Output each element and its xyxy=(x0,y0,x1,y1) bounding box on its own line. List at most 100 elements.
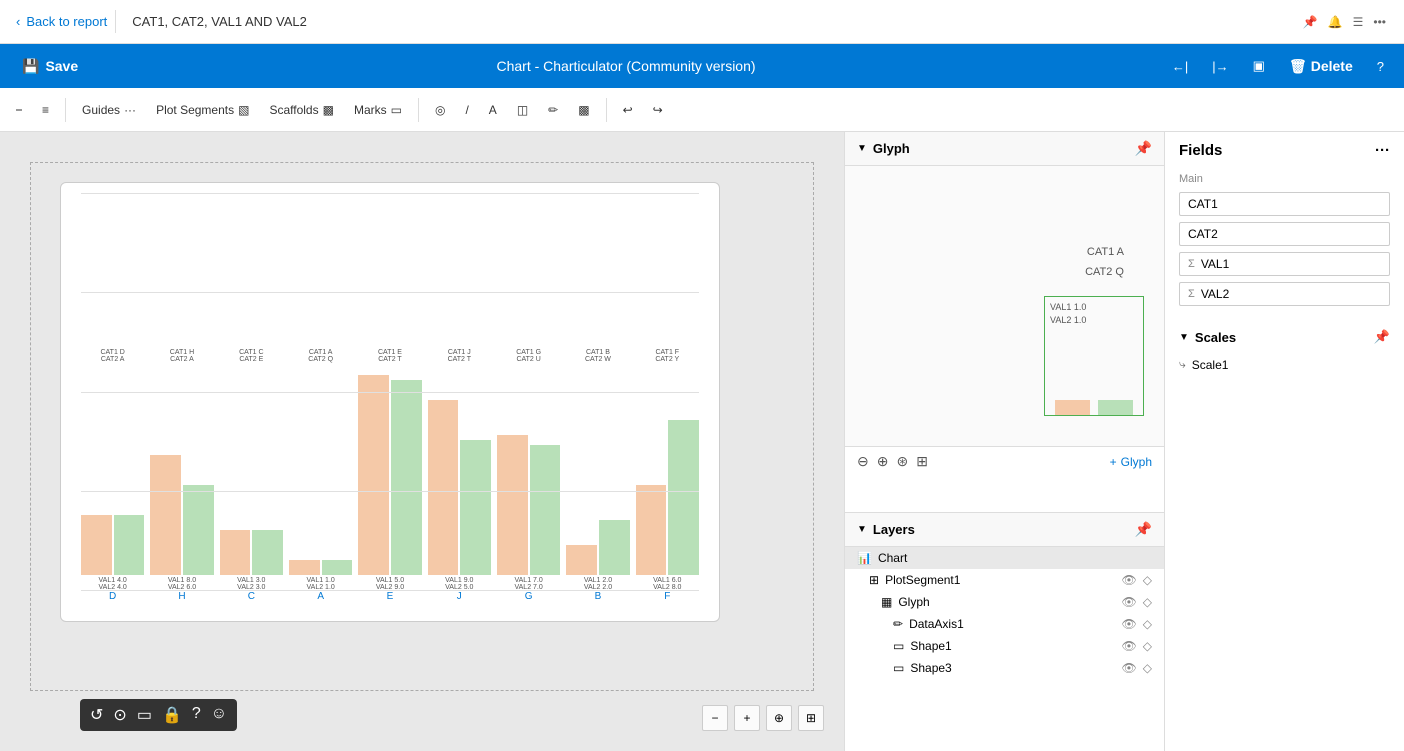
scale-item-1[interactable]: ⤷ Scale1 xyxy=(1165,353,1404,376)
delete-button[interactable]: 🗑 Delete xyxy=(1281,54,1361,79)
target-btn[interactable]: ⊙ xyxy=(113,705,126,725)
reset-btn[interactable]: ↺ xyxy=(90,705,103,725)
eye-icon-shape1[interactable]: 👁 xyxy=(1122,639,1137,653)
eye-icon-axis[interactable]: 👁 xyxy=(1122,617,1137,631)
layers-title: Layers xyxy=(873,522,915,537)
sigma-icon-val2: Σ xyxy=(1188,288,1195,300)
add-glyph-button[interactable]: + Glyph xyxy=(1110,455,1152,469)
x-axis-label: E xyxy=(358,591,421,611)
scales-pin-icon[interactable]: 📌 xyxy=(1374,329,1390,345)
layer-data-axis[interactable]: ✏ DataAxis1 👁 ◇ xyxy=(845,613,1164,635)
bar-val2 xyxy=(530,445,561,575)
bar-val2 xyxy=(460,440,491,575)
bar-group: CAT1 ACAT2 QVAL1 1.0VAL2 1.0 xyxy=(289,349,352,591)
layer-glyph-icons: 👁 ◇ xyxy=(1122,595,1152,609)
fit-glyph-btn[interactable]: ⊛ xyxy=(896,453,908,470)
layers-pin-icon[interactable]: 📌 xyxy=(1135,521,1152,538)
layer-plot-icons: 👁 ◇ xyxy=(1122,573,1152,587)
save-button[interactable]: 💾 Save xyxy=(12,54,88,79)
glyph-bar-val1 xyxy=(1055,400,1090,415)
pin-icon[interactable]: 📌 xyxy=(1303,15,1318,29)
glyph-header: ▼ Glyph 📌 xyxy=(845,132,1164,166)
layer-chart[interactable]: 📊 Chart xyxy=(845,547,1164,569)
table-tool[interactable]: ◫ xyxy=(509,99,536,121)
bar-val2 xyxy=(668,420,699,575)
layer-shape3[interactable]: ▭ Shape3 👁 ◇ xyxy=(845,657,1164,679)
menu-icon[interactable]: ☰ xyxy=(1353,15,1364,29)
delete-label: Delete xyxy=(1311,58,1353,74)
scaffolds-button[interactable]: Scaffolds ▩ xyxy=(261,99,342,121)
guides-dots-icon: ··· xyxy=(124,103,136,117)
diamond-icon-glyph[interactable]: ◇ xyxy=(1143,595,1152,609)
pen-tool[interactable]: ✏ xyxy=(540,99,566,121)
text-tool[interactable]: A xyxy=(481,99,505,121)
plot-segments-button[interactable]: Plot Segments ▧ xyxy=(148,99,257,121)
list-tool-button[interactable]: ≡ xyxy=(34,99,57,121)
layer-glyph[interactable]: ▦ Glyph 👁 ◇ xyxy=(845,591,1164,613)
diamond-icon-axis[interactable]: ◇ xyxy=(1143,617,1152,631)
line-tool-button[interactable]: ⎯ xyxy=(8,98,30,121)
scales-chevron-icon: ▼ xyxy=(1179,332,1189,343)
bar-group: CAT1 GCAT2 UVAL1 7.0VAL2 7.0 xyxy=(497,349,560,591)
zoom-out-glyph-btn[interactable]: ⊖ xyxy=(857,453,869,470)
bar-chart-icon: ▩ xyxy=(323,103,334,117)
divider1 xyxy=(65,98,66,122)
zoom-in-btn[interactable]: + xyxy=(734,705,760,731)
glyph-layers-wrapper: ▼ Glyph 📌 CAT1 A CAT2 Q xyxy=(845,132,1164,751)
glyph-canvas[interactable]: CAT1 A CAT2 Q VAL1 1.0 VAL2 1.0 xyxy=(845,166,1164,446)
divider2 xyxy=(418,98,419,122)
eye-icon-glyph[interactable]: 👁 xyxy=(1122,595,1137,609)
eye-icon-shape3[interactable]: 👁 xyxy=(1122,661,1137,675)
layers-header: ▼ Layers 📌 xyxy=(845,513,1164,547)
zoom-out-btn[interactable]: − xyxy=(702,705,728,731)
canvas-area[interactable]: CAT1 DCAT2 AVAL1 4.0VAL2 4.0CAT1 HCAT2 A… xyxy=(0,132,844,751)
guides-button[interactable]: Guides ··· xyxy=(74,99,144,121)
expand-glyph-btn[interactable]: ⊞ xyxy=(916,453,928,470)
layer-shape1[interactable]: ▭ Shape1 👁 ◇ xyxy=(845,635,1164,657)
field-cat1[interactable]: CAT1 xyxy=(1179,192,1390,216)
marks-button[interactable]: Marks ▭ xyxy=(346,99,410,121)
redo-button[interactable]: ↪ xyxy=(645,99,671,121)
diagonal-tool[interactable]: / xyxy=(457,99,476,121)
plus-icon: + xyxy=(1110,455,1117,469)
bar-group-top-labels: CAT1 ACAT2 Q xyxy=(308,349,333,363)
save-icon: 💾 xyxy=(22,58,39,75)
field-cat2[interactable]: CAT2 xyxy=(1179,222,1390,246)
diamond-icon-shape1[interactable]: ◇ xyxy=(1143,639,1152,653)
fields-header: Fields ··· xyxy=(1165,132,1404,169)
help-canvas-btn[interactable]: ? xyxy=(192,705,201,725)
bell-icon[interactable]: 🔔 xyxy=(1328,15,1343,29)
layer-plot-segment[interactable]: ⊞ PlotSegment1 👁 ◇ xyxy=(845,569,1164,591)
help-button[interactable]: ? xyxy=(1369,55,1392,78)
rect-btn[interactable]: ▭ xyxy=(137,705,152,725)
copy-button[interactable]: ▣ xyxy=(1245,54,1273,78)
field-val2[interactable]: Σ VAL2 xyxy=(1179,282,1390,306)
fields-more-icon[interactable]: ··· xyxy=(1375,142,1390,159)
zoom-in-glyph-btn[interactable]: ⊕ xyxy=(877,453,889,470)
app-title: Chart - Charticulator (Community version… xyxy=(88,58,1164,74)
scale-curve-icon: ⤷ xyxy=(1179,357,1186,372)
bar-group-top-labels: CAT1 BCAT2 W xyxy=(585,349,611,363)
x-axis-label: G xyxy=(497,591,560,611)
expand-left-button[interactable]: ←| xyxy=(1164,55,1196,78)
field-val1[interactable]: Σ VAL1 xyxy=(1179,252,1390,276)
more-icon[interactable]: ••• xyxy=(1373,15,1386,29)
eye-icon[interactable]: 👁 xyxy=(1122,573,1137,587)
emoji-btn[interactable]: ☺ xyxy=(211,705,227,725)
back-button[interactable]: ‹ Back to report xyxy=(8,10,116,33)
lasso-tool[interactable]: ◎ xyxy=(427,99,453,121)
expand-right-button[interactable]: |→ xyxy=(1204,55,1236,78)
chart-tool[interactable]: ▩ xyxy=(570,99,597,121)
bar-val1 xyxy=(428,400,459,575)
x-axis-label: J xyxy=(428,591,491,611)
diamond-icon-shape3[interactable]: ◇ xyxy=(1143,661,1152,675)
zoom-fit-btn[interactable]: ⊕ xyxy=(766,705,792,731)
val2-label: VAL2 xyxy=(1201,287,1229,301)
glyph-pin-icon[interactable]: 📌 xyxy=(1135,140,1152,157)
zoom-grid-btn[interactable]: ⊞ xyxy=(798,705,824,731)
diamond-icon[interactable]: ◇ xyxy=(1143,573,1152,587)
bar-val2 xyxy=(114,515,145,575)
undo-button[interactable]: ↩ xyxy=(615,99,641,121)
lock-btn[interactable]: 🔒 xyxy=(162,705,182,725)
app-bar: 💾 Save Chart - Charticulator (Community … xyxy=(0,44,1404,88)
